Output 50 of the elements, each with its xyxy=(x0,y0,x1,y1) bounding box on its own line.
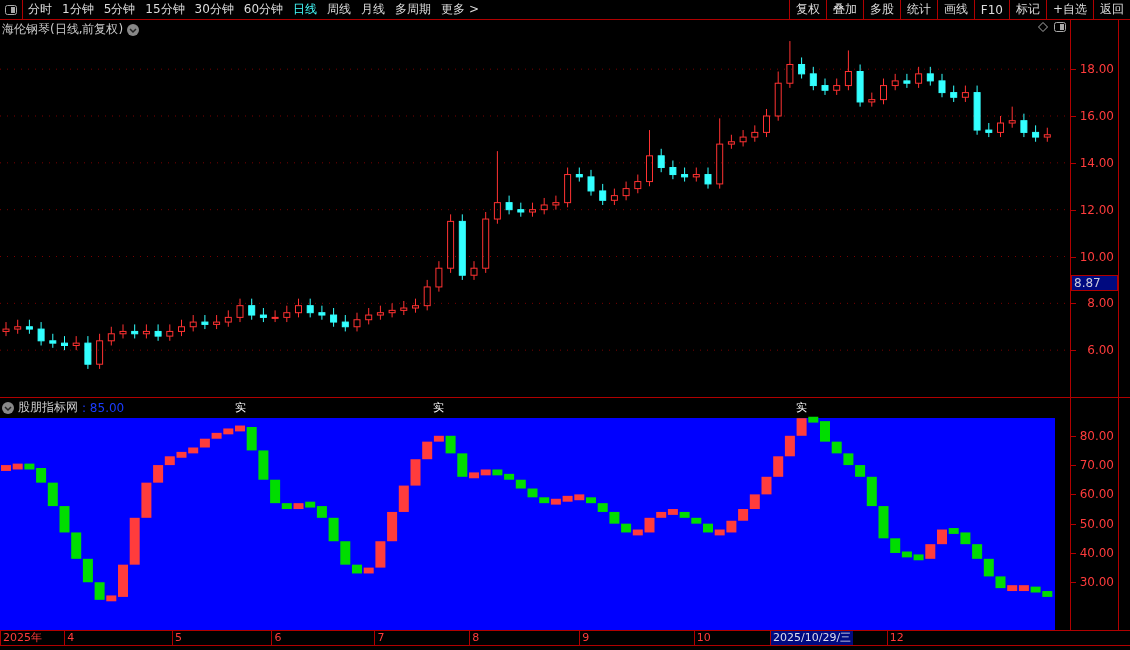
axis-label: 12.00 xyxy=(1079,202,1114,217)
period-tab[interactable]: 分时 xyxy=(23,0,57,19)
period-tab[interactable]: 更多 > xyxy=(436,0,484,19)
indicator-value: : 85.00 xyxy=(82,400,125,415)
period-tab[interactable]: 30分钟 xyxy=(189,0,239,19)
signal-label: 实 xyxy=(796,401,808,414)
axis-label: 10.00 xyxy=(1079,249,1114,264)
axis-label: 18.00 xyxy=(1079,62,1114,77)
period-tab[interactable]: 60分钟 xyxy=(238,0,289,19)
stock-title: 海伦钢琴(日线,前复权) xyxy=(2,21,124,38)
axis-label: 80.00 xyxy=(1079,428,1114,443)
toolbar-button[interactable]: 标记 xyxy=(1008,0,1046,19)
date-label: 10 xyxy=(693,631,713,645)
date-label: 12 xyxy=(886,631,906,645)
axis-label: 16.00 xyxy=(1079,109,1114,123)
toolbar-button[interactable]: 复权 xyxy=(788,0,826,19)
toolbar-button[interactable]: 多股 xyxy=(862,0,900,19)
axis-label: 60.00 xyxy=(1079,487,1114,502)
period-tab[interactable]: 多周期 xyxy=(390,0,437,19)
date-label: 8 xyxy=(469,631,482,645)
axis-label: 8.00 xyxy=(1087,296,1114,311)
date-label: 7 xyxy=(374,631,387,645)
toolbar-button[interactable]: 叠加 xyxy=(825,0,863,19)
signal-label: 实 xyxy=(234,401,246,414)
toolbar-button[interactable]: 返回 xyxy=(1093,0,1130,19)
date-label: 5 xyxy=(172,631,184,645)
date-label: 9 xyxy=(579,631,592,645)
indicator-name: 股朋指标网 xyxy=(18,399,78,416)
axis-label: 40.00 xyxy=(1079,545,1114,560)
toolbar-button[interactable]: +自选 xyxy=(1045,0,1093,19)
axis-label: 50.00 xyxy=(1079,516,1114,531)
axis-label: 70.00 xyxy=(1079,458,1114,473)
period-tab[interactable]: 日线 xyxy=(288,0,323,19)
toolbar-button[interactable]: 画线 xyxy=(936,0,974,19)
axis-label: 6.00 xyxy=(1087,343,1114,358)
date-label: 4 xyxy=(64,631,77,645)
signal-label: 实 xyxy=(433,401,445,414)
cursor-price: 8.87 xyxy=(1071,274,1118,291)
toolbar-button[interactable]: F10 xyxy=(973,0,1009,19)
axis-label: 14.00 xyxy=(1079,155,1114,170)
period-tab[interactable]: 15分钟 xyxy=(140,0,190,19)
period-tab[interactable]: 1分钟 xyxy=(57,0,99,19)
date-label: 2025年 xyxy=(0,631,44,645)
cursor-date: 2025/10/29/三 xyxy=(770,631,854,645)
period-tab[interactable]: 周线 xyxy=(322,0,357,19)
toolbar-button[interactable]: 统计 xyxy=(899,0,937,19)
axis-label: 30.00 xyxy=(1079,575,1114,590)
period-tab[interactable]: 月线 xyxy=(356,0,391,19)
date-label: 6 xyxy=(271,631,284,645)
period-tab[interactable]: 5分钟 xyxy=(98,0,141,19)
